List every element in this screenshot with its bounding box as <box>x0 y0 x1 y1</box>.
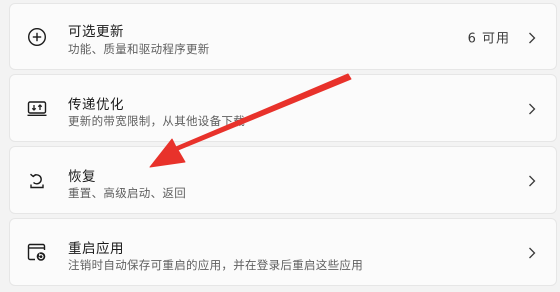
delivery-optimization-title: 传递优化 <box>68 97 124 113</box>
recovery-icon <box>25 168 49 192</box>
restart-apps-title: 重启应用 <box>68 241 124 257</box>
recovery-desc: 重置、高级启动、返回 <box>68 186 186 200</box>
recovery-title: 恢复 <box>68 169 96 185</box>
chevron-right-icon <box>525 173 539 187</box>
delivery-optimization-icon <box>25 96 49 120</box>
optional-updates-card[interactable]: 可选更新 功能、质量和驱动程序更新 6 可用 <box>9 3 557 70</box>
delivery-optimization-card[interactable]: 传递优化 更新的带宽限制，从其他设备下载 <box>9 74 557 142</box>
restart-apps-icon <box>25 240 49 264</box>
recovery-card[interactable]: 恢复 重置、高级启动、返回 <box>9 146 557 214</box>
plus-circle-icon <box>25 25 49 49</box>
restart-apps-desc: 注销时自动保存可重启的应用，并在登录后重启这些应用 <box>68 258 363 272</box>
restart-apps-card[interactable]: 重启应用 注销时自动保存可重启的应用，并在登录后重启这些应用 <box>9 218 557 286</box>
delivery-optimization-desc: 更新的带宽限制，从其他设备下载 <box>68 114 245 128</box>
chevron-right-icon <box>525 245 539 259</box>
chevron-right-icon <box>525 30 539 44</box>
available-count: 6 可用 <box>467 31 510 46</box>
optional-updates-desc: 功能、质量和驱动程序更新 <box>68 42 210 56</box>
chevron-right-icon <box>525 101 539 115</box>
settings-list: 可选更新 功能、质量和驱动程序更新 6 可用 传递优化 更新的带宽限制，从其他设… <box>0 0 560 292</box>
optional-updates-title: 可选更新 <box>68 24 124 40</box>
